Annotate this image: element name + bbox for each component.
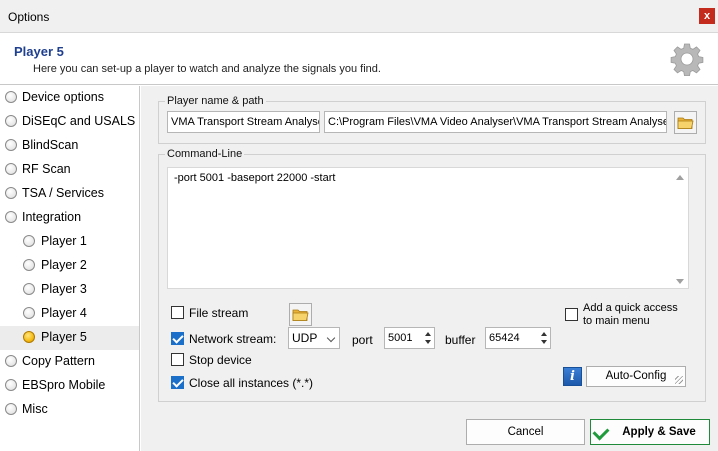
nav-item-label: Misc [22, 402, 48, 416]
radio-icon [5, 403, 17, 415]
nav-item-ebspro-mobile[interactable]: EBSpro Mobile [0, 374, 139, 398]
nav-item-player-2[interactable]: Player 2 [0, 254, 139, 278]
quick-access-label-line1: Add a quick access [583, 302, 678, 314]
nav-item-rf-scan[interactable]: RF Scan [0, 158, 139, 182]
nav-item-label: Player 3 [41, 282, 87, 296]
browse-path-button[interactable] [674, 111, 697, 134]
nav-item-label: EBSpro Mobile [22, 378, 106, 392]
nav-item-tsa-services[interactable]: TSA / Services [0, 182, 139, 206]
auto-config-button[interactable]: Auto-Config [586, 366, 686, 387]
command-line-scrollbar[interactable] [672, 168, 688, 288]
title-bar: Options x [0, 0, 718, 33]
nav-item-label: Device options [22, 90, 104, 104]
command-line-group-label: Command-Line [165, 148, 245, 160]
port-label: port [352, 333, 373, 347]
apply-save-button[interactable]: Apply & Save [590, 419, 710, 445]
command-line-textarea[interactable]: -port 5001 -baseport 22000 -start [167, 167, 689, 289]
spin-down-icon[interactable] [541, 340, 547, 344]
nav-item-label: TSA / Services [22, 186, 104, 200]
nav-item-misc[interactable]: Misc [0, 398, 139, 422]
nav-item-player-3[interactable]: Player 3 [0, 278, 139, 302]
page-title: Player 5 [14, 44, 64, 59]
apply-save-label: Apply & Save [622, 426, 696, 438]
options-sidebar: Device options DiSEqC and USALS BlindSca… [0, 86, 140, 451]
page-subtitle: Here you can set-up a player to watch an… [33, 63, 381, 75]
network-stream-label: Network stream: [189, 332, 277, 346]
radio-icon [23, 235, 35, 247]
nav-item-label: DiSEqC and USALS [22, 114, 136, 128]
browse-file-stream-button[interactable] [289, 303, 312, 326]
radio-icon [23, 283, 35, 295]
scroll-down-icon [676, 279, 684, 284]
nav-item-integration[interactable]: Integration [0, 206, 139, 230]
folder-icon [292, 309, 309, 321]
file-stream-checkbox[interactable] [171, 306, 184, 319]
nav-item-copy-pattern[interactable]: Copy Pattern [0, 350, 139, 374]
buffer-value: 65424 [489, 332, 520, 344]
nav-item-label: Player 2 [41, 258, 87, 272]
player-name-input[interactable]: VMA Transport Stream Analyser [167, 111, 320, 133]
radio-icon [5, 139, 17, 151]
radio-icon [5, 379, 17, 391]
nav-item-label: Player 1 [41, 234, 87, 248]
nav-item-label: BlindScan [22, 138, 79, 152]
scroll-up-icon [676, 175, 684, 180]
player-path-group-label: Player name & path [165, 95, 266, 107]
nav-item-label: Player 4 [41, 306, 87, 320]
auto-config-label: Auto-Config [605, 370, 667, 382]
nav-item-label: Player 5 [41, 330, 87, 344]
port-value: 5001 [388, 332, 413, 344]
radio-icon [5, 211, 17, 223]
gear-icon [670, 43, 704, 76]
nav-item-player-1[interactable]: Player 1 [0, 230, 139, 254]
resize-grip-icon [675, 376, 683, 384]
file-stream-label: File stream [189, 306, 249, 320]
nav-item-label: Integration [22, 210, 82, 224]
spin-up-icon[interactable] [541, 332, 547, 336]
radio-icon [5, 355, 17, 367]
info-icon[interactable]: i [563, 367, 582, 386]
nav-item-player-5[interactable]: Player 5 [0, 326, 139, 350]
page-header: Player 5 Here you can set-up a player to… [0, 33, 718, 85]
protocol-value: UDP [292, 331, 318, 345]
nav-item-device-options[interactable]: Device options [0, 86, 139, 110]
folder-icon [677, 117, 694, 129]
radio-icon [23, 259, 35, 271]
cancel-button[interactable]: Cancel [466, 419, 585, 445]
quick-access-label-line2: to main menu [583, 315, 650, 327]
nav-item-blindscan[interactable]: BlindScan [0, 134, 139, 158]
radio-icon [23, 307, 35, 319]
radio-icon [5, 91, 17, 103]
network-stream-checkbox[interactable] [171, 332, 184, 345]
player-path-input[interactable]: C:\Program Files\VMA Video Analyser\VMA … [324, 111, 667, 133]
window-title: Options [8, 10, 50, 24]
close-button[interactable]: x [699, 8, 715, 24]
nav-item-player-4[interactable]: Player 4 [0, 302, 139, 326]
port-stepper[interactable]: 5001 [384, 327, 435, 349]
close-all-checkbox[interactable] [171, 376, 184, 389]
radio-icon [5, 115, 17, 127]
buffer-stepper[interactable]: 65424 [485, 327, 551, 349]
stop-device-label: Stop device [189, 353, 252, 367]
buffer-label: buffer [445, 333, 476, 347]
spin-down-icon[interactable] [425, 340, 431, 344]
protocol-select[interactable]: UDP [288, 327, 340, 349]
radio-icon [23, 331, 35, 343]
quick-access-checkbox[interactable] [565, 308, 578, 321]
nav-item-label: RF Scan [22, 162, 71, 176]
stop-device-checkbox[interactable] [171, 353, 184, 366]
chevron-down-icon [326, 333, 336, 343]
nav-item-diseqc-usals[interactable]: DiSEqC and USALS [0, 110, 139, 134]
close-all-label: Close all instances (*.*) [189, 376, 314, 390]
nav-item-label: Copy Pattern [22, 354, 95, 368]
spin-up-icon[interactable] [425, 332, 431, 336]
radio-icon [5, 163, 17, 175]
radio-icon [5, 187, 17, 199]
